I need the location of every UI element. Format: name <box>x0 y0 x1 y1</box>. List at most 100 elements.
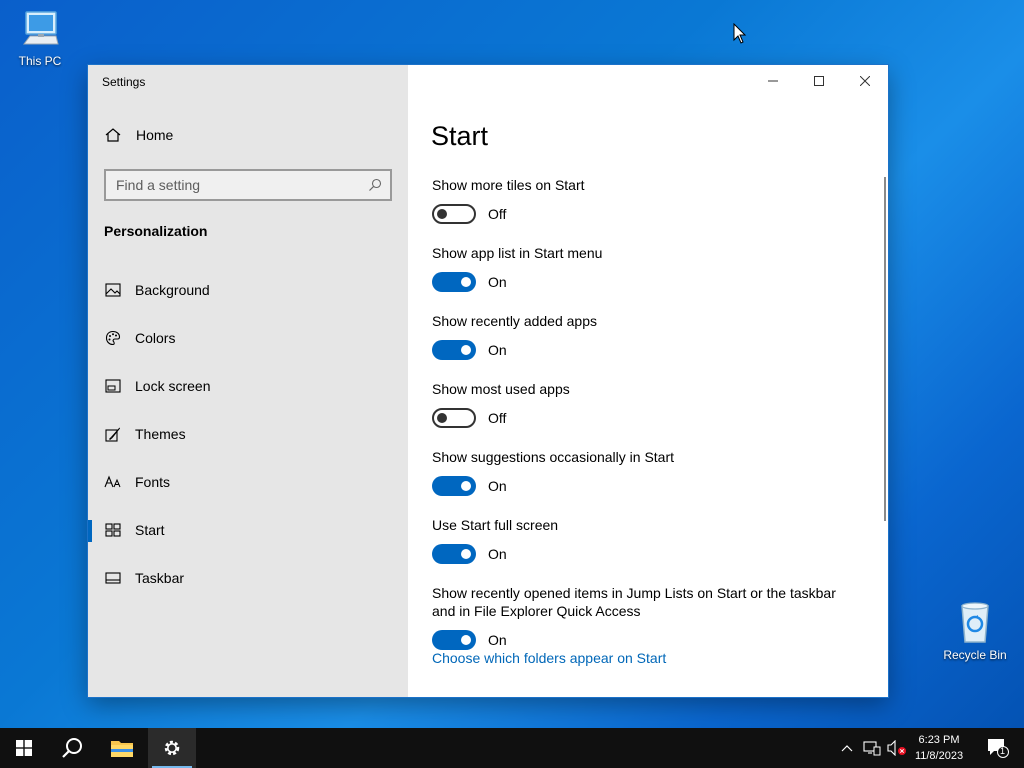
search-icon <box>369 178 382 191</box>
sidebar-item-label: Themes <box>135 426 186 442</box>
sidebar-item-colors[interactable]: Colors <box>88 314 408 362</box>
start-button[interactable] <box>0 728 48 768</box>
sidebar-item-fonts[interactable]: Fonts <box>88 458 408 506</box>
toggle-state-text: Off <box>488 206 507 222</box>
sidebar: Settings Home Find a setting Personaliza… <box>88 65 408 697</box>
toggle-state-text: On <box>488 478 507 494</box>
setting-label: Show most used apps <box>432 381 570 397</box>
settings-window: Settings Home Find a setting Personaliza… <box>88 65 888 697</box>
choose-folders-link[interactable]: Choose which folders appear on Start <box>432 650 666 666</box>
nav-list: Background Colors Lock screen Themes Fon… <box>88 266 408 602</box>
toggle-row: On <box>432 544 852 564</box>
start-tiles-icon <box>104 523 122 537</box>
setting-label: Show suggestions occasionally in Start <box>432 449 675 465</box>
toggle-row: On <box>432 476 852 496</box>
toggle-switch[interactable] <box>432 340 476 360</box>
toggle-state-text: On <box>488 342 507 358</box>
recycle-bin-icon <box>961 602 989 643</box>
computer-icon <box>23 11 59 45</box>
sidebar-item-start[interactable]: Start <box>88 506 408 554</box>
settings-taskbar-button[interactable] <box>148 728 196 768</box>
settings-list: Show more tiles on Start Off Show app li… <box>432 176 852 670</box>
toggle-knob <box>437 209 447 219</box>
search-placeholder: Find a setting <box>116 177 201 193</box>
setting-show-recently-added: Show recently added apps On <box>432 312 852 360</box>
fonts-icon <box>104 475 122 489</box>
content-pane: Start Show more tiles on Start Off Show … <box>408 65 888 697</box>
taskbar-icon <box>104 572 122 584</box>
lock-screen-icon <box>104 379 122 393</box>
network-icon <box>863 741 881 756</box>
show-hidden-icons-button[interactable] <box>836 728 858 768</box>
volume-button[interactable] <box>884 728 910 768</box>
setting-jump-lists: Show recently opened items in Jump Lists… <box>432 584 852 650</box>
taskbar-search-button[interactable] <box>48 728 96 768</box>
clock-time: 6:23 PM <box>918 734 960 746</box>
sidebar-item-background[interactable]: Background <box>88 266 408 314</box>
toggle-switch[interactable] <box>432 476 476 496</box>
toggle-knob <box>461 549 471 559</box>
sidebar-item-themes[interactable]: Themes <box>88 410 408 458</box>
sidebar-item-taskbar[interactable]: Taskbar <box>88 554 408 602</box>
desktop-icon-recycle-bin[interactable]: Recycle Bin <box>937 600 1013 662</box>
setting-label: Show recently added apps <box>432 313 597 329</box>
setting-show-suggestions: Show suggestions occasionally in Start O… <box>432 448 852 496</box>
nav-home[interactable]: Home <box>104 127 173 143</box>
toggle-row: On <box>432 272 852 292</box>
clock-date: 11/8/2023 <box>914 750 964 762</box>
mouse-cursor-icon <box>733 23 747 44</box>
notification-icon <box>988 739 1009 758</box>
network-button[interactable] <box>860 728 884 768</box>
desktop-icon-label: Recycle Bin <box>943 648 1007 662</box>
taskbar: 6:23 PM 11/8/2023 1 <box>0 728 1024 768</box>
sidebar-item-label: Taskbar <box>135 570 185 586</box>
toggle-switch[interactable] <box>432 204 476 224</box>
toggle-knob <box>461 635 471 645</box>
setting-label: Show app list in Start menu <box>432 245 603 261</box>
window-title: Settings <box>102 75 146 89</box>
toggle-switch[interactable] <box>432 272 476 292</box>
toggle-state-text: On <box>488 274 507 290</box>
setting-label: Use Start full screen <box>432 517 559 533</box>
setting-full-screen: Use Start full screen On <box>432 516 852 564</box>
picture-icon <box>104 283 122 297</box>
setting-label: Show more tiles on Start <box>432 177 585 193</box>
sidebar-item-label: Lock screen <box>135 378 211 394</box>
toggle-knob <box>461 481 471 491</box>
notification-badge: 1 <box>1000 746 1006 756</box>
desktop-icon-this-pc[interactable]: This PC <box>2 8 78 68</box>
toggle-switch[interactable] <box>432 544 476 564</box>
desktop-icon-label: This PC <box>18 54 62 68</box>
setting-show-most-used: Show most used apps Off <box>432 380 852 428</box>
toggle-switch[interactable] <box>432 630 476 650</box>
toggle-switch[interactable] <box>432 408 476 428</box>
sidebar-item-lock-screen[interactable]: Lock screen <box>88 362 408 410</box>
sidebar-item-label: Colors <box>135 330 176 346</box>
gear-icon <box>164 740 180 756</box>
action-center-button[interactable]: 1 <box>978 728 1018 768</box>
home-icon <box>105 128 121 142</box>
volume-muted-icon <box>887 740 906 756</box>
sidebar-item-label: Fonts <box>135 474 171 490</box>
taskbar-clock[interactable]: 6:23 PM 11/8/2023 <box>908 732 970 764</box>
folder-icon <box>111 741 133 757</box>
toggle-row: On <box>432 340 852 360</box>
windows-logo-icon <box>16 740 32 756</box>
sidebar-item-label: Start <box>135 522 165 538</box>
toggle-state-text: On <box>488 546 507 562</box>
setting-show-app-list: Show app list in Start menu On <box>432 244 852 292</box>
chevron-up-icon <box>841 745 853 752</box>
search-icon <box>62 738 82 758</box>
toggle-row: Off <box>432 408 852 428</box>
sidebar-item-label: Background <box>135 282 210 298</box>
scrollbar[interactable] <box>884 177 886 521</box>
toggle-row: On <box>432 630 852 650</box>
toggle-row: Off <box>432 204 852 224</box>
toggle-knob <box>437 413 447 423</box>
toggle-knob <box>461 345 471 355</box>
page-title: Start <box>431 121 489 151</box>
search-input[interactable]: Find a setting <box>104 169 392 201</box>
toggle-state-text: On <box>488 632 507 648</box>
palette-icon <box>104 330 122 346</box>
file-explorer-button[interactable] <box>98 728 146 768</box>
